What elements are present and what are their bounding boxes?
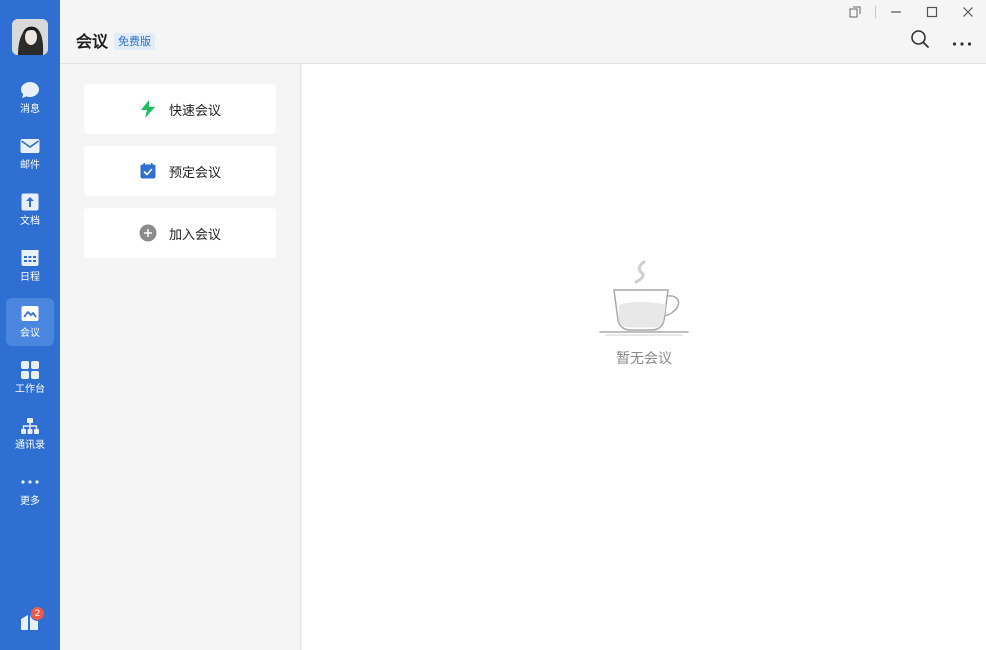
join-meeting-label: 加入会议 bbox=[168, 227, 221, 243]
close-button[interactable] bbox=[950, 0, 986, 24]
schedule-meeting-button[interactable]: 预定会议 bbox=[84, 146, 276, 196]
header: 会议 免费版 bbox=[60, 0, 986, 64]
search-button[interactable] bbox=[908, 30, 932, 52]
join-meeting-button[interactable]: 加入会议 bbox=[84, 208, 276, 258]
pin-window-button[interactable] bbox=[837, 0, 873, 24]
chat-bubble-icon bbox=[19, 79, 41, 101]
org-chart-icon bbox=[19, 415, 41, 437]
main-content: 暂无会议 bbox=[302, 64, 986, 650]
notification-badge: 2 bbox=[30, 606, 45, 621]
sidebar-item-meeting[interactable]: 会议 bbox=[6, 298, 54, 346]
sidebar-item-label: 通讯录 bbox=[15, 440, 45, 451]
meeting-icon bbox=[19, 303, 41, 325]
mail-icon bbox=[19, 135, 41, 157]
quick-meeting-button[interactable]: 快速会议 bbox=[84, 84, 276, 134]
more-dots-icon bbox=[19, 471, 41, 493]
separator bbox=[875, 6, 876, 18]
more-dots-icon bbox=[952, 32, 972, 51]
calendar-icon bbox=[19, 247, 41, 269]
edition-badge: 免费版 bbox=[114, 33, 155, 50]
plus-circle-icon bbox=[139, 224, 157, 242]
sidebar: 消息 邮件 文档 日程 会议 工作台 通讯录 更多 2 bbox=[0, 0, 60, 650]
avatar[interactable] bbox=[12, 19, 48, 55]
grid-icon bbox=[19, 359, 41, 381]
sidebar-item-docs[interactable]: 文档 bbox=[6, 186, 54, 234]
quick-meeting-label: 快速会议 bbox=[168, 103, 221, 119]
empty-state-text: 暂无会议 bbox=[616, 351, 672, 367]
sidebar-item-schedule[interactable]: 日程 bbox=[6, 242, 54, 290]
document-icon bbox=[19, 191, 41, 213]
schedule-meeting-label: 预定会议 bbox=[168, 165, 221, 181]
coffee-cup-icon bbox=[594, 260, 694, 344]
lightning-icon bbox=[139, 100, 157, 118]
maximize-button[interactable] bbox=[914, 0, 950, 24]
sidebar-item-messages[interactable]: 消息 bbox=[6, 74, 54, 122]
meeting-actions-panel: 快速会议 预定会议 加入会议 bbox=[60, 64, 301, 650]
sidebar-item-label: 会议 bbox=[20, 328, 40, 339]
sidebar-item-contacts[interactable]: 通讯录 bbox=[6, 410, 54, 458]
page-title: 会议 bbox=[76, 32, 109, 51]
sidebar-item-label: 更多 bbox=[20, 496, 40, 507]
sidebar-item-label: 工作台 bbox=[15, 384, 45, 395]
sidebar-item-label: 邮件 bbox=[20, 160, 40, 171]
sidebar-item-label: 文档 bbox=[20, 216, 40, 227]
sidebar-item-more[interactable]: 更多 bbox=[6, 466, 54, 514]
more-options-button[interactable] bbox=[950, 30, 974, 52]
sidebar-item-workbench[interactable]: 工作台 bbox=[6, 354, 54, 402]
search-icon bbox=[910, 29, 930, 53]
empty-state: 暂无会议 bbox=[594, 260, 694, 368]
window-controls bbox=[837, 0, 986, 24]
sidebar-item-label: 消息 bbox=[20, 104, 40, 115]
sidebar-item-mail[interactable]: 邮件 bbox=[6, 130, 54, 178]
minimize-button[interactable] bbox=[878, 0, 914, 24]
sidebar-item-label: 日程 bbox=[20, 272, 40, 283]
calendar-check-icon bbox=[139, 162, 157, 180]
